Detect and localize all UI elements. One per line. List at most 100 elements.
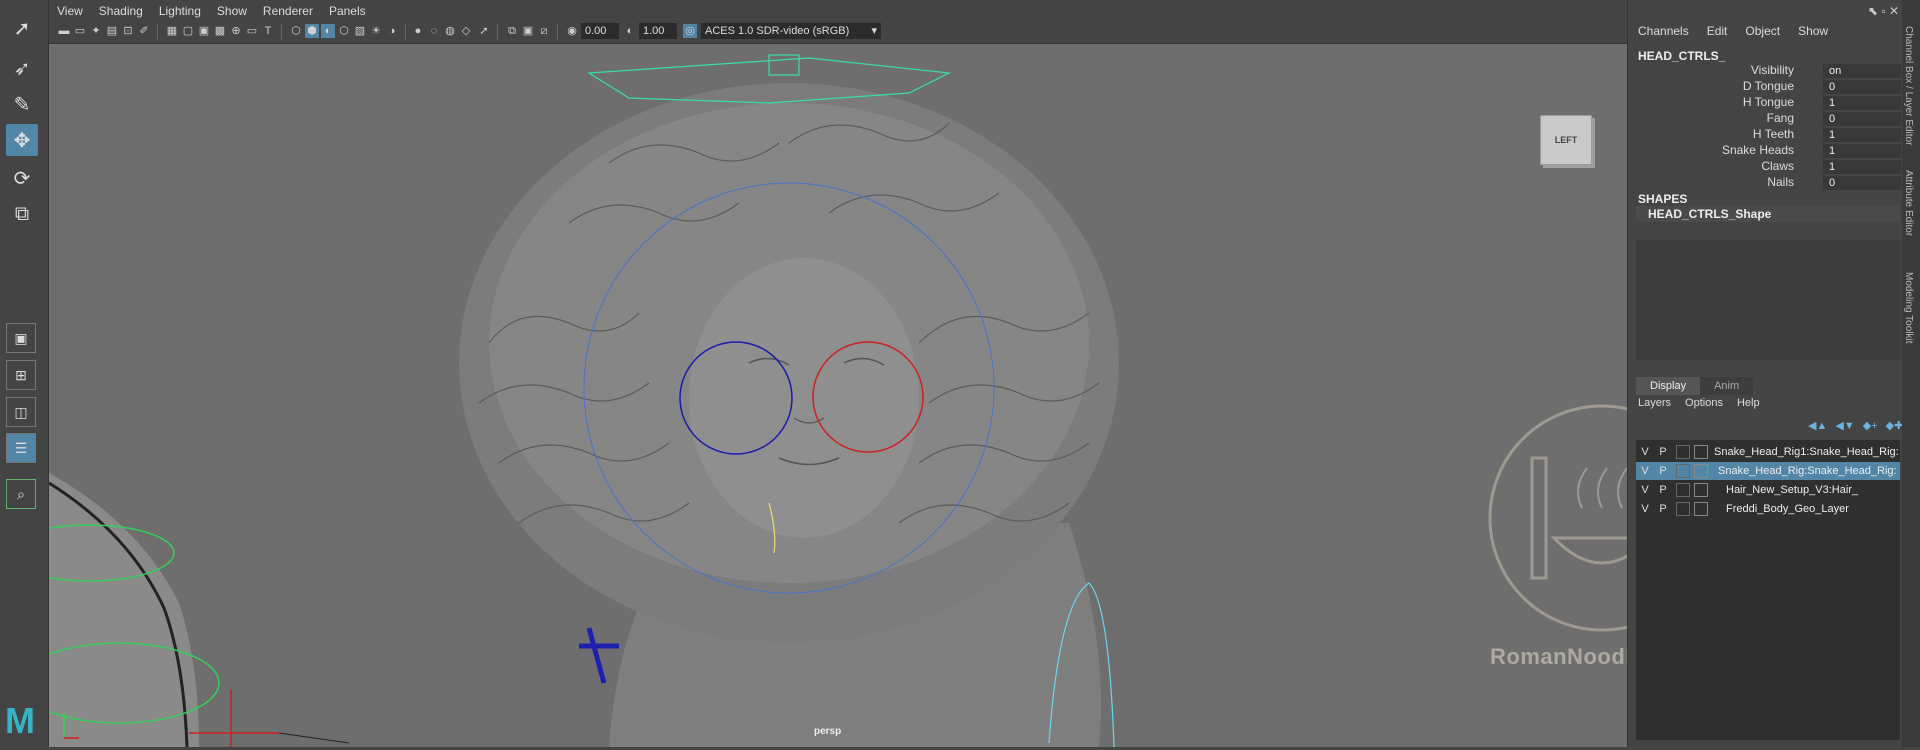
smooth-shade-icon[interactable]: ⬢ <box>305 24 319 38</box>
grease-pencil-icon[interactable]: ✐ <box>137 24 151 38</box>
outliner-layout-icon[interactable]: ☰ <box>6 433 36 463</box>
attr-h-teeth[interactable]: H Teeth 1 <box>1628 127 1901 143</box>
2d-pan-zoom-icon[interactable]: ⊡ <box>121 24 135 38</box>
xray-active-components-icon[interactable]: ⧄ <box>537 24 551 38</box>
close-panel-icon[interactable]: ✕ <box>1889 4 1899 18</box>
menu-options[interactable]: Options <box>1685 397 1723 409</box>
tab-modeling-toolkit[interactable]: Modeling Toolkit <box>1903 272 1914 344</box>
layer-name[interactable]: Snake_Head_Rig:Snake_Head_Rig: <box>1718 462 1897 480</box>
layer-row[interactable]: V P Snake_Head_Rig1:Snake_Head_Rig: <box>1636 443 1900 461</box>
tab-display[interactable]: Display <box>1636 377 1701 395</box>
menu-shading[interactable]: Shading <box>91 4 151 18</box>
select-tool-icon[interactable]: ➚ <box>6 12 38 44</box>
attr-value[interactable]: 1 <box>1823 160 1901 174</box>
layer-row[interactable]: V P Freddi_Body_Geo_Layer <box>1636 500 1900 518</box>
menu-show[interactable]: Show <box>1798 24 1828 38</box>
layer-display-type[interactable] <box>1676 464 1690 478</box>
layer-playback-toggle[interactable]: P <box>1656 481 1670 499</box>
float-panel-icon[interactable]: ⬉ <box>1868 4 1878 18</box>
move-tool-icon[interactable]: ✥ <box>6 124 38 156</box>
layer-name[interactable]: Freddi_Body_Geo_Layer <box>1726 500 1849 518</box>
motion-blur-icon[interactable]: ◌ <box>427 24 441 38</box>
exposure-icon[interactable]: ◉ <box>565 24 579 38</box>
move-layer-up-icon[interactable]: ◀▲ <box>1808 419 1827 432</box>
layer-visibility-toggle[interactable]: V <box>1638 481 1652 499</box>
attr-value[interactable]: 0 <box>1823 80 1901 94</box>
layer-visibility-toggle[interactable]: V <box>1638 500 1652 518</box>
new-layer-icon[interactable]: ◆+ <box>1863 419 1878 432</box>
layer-display-type[interactable] <box>1676 445 1690 459</box>
layer-display-type[interactable] <box>1676 502 1690 516</box>
layer-playback-toggle[interactable]: P <box>1656 500 1670 518</box>
menu-lighting[interactable]: Lighting <box>151 4 209 18</box>
menu-show[interactable]: Show <box>209 4 255 18</box>
attr-fang[interactable]: Fang 0 <box>1628 111 1901 127</box>
wireframe-on-shaded-icon[interactable]: ⬡ <box>337 24 351 38</box>
single-pane-layout-icon[interactable]: ▣ <box>6 323 36 353</box>
layer-row[interactable]: V P Hair_New_Setup_V3:Hair_ <box>1636 481 1900 499</box>
attr-visibility[interactable]: Visibility on <box>1628 63 1901 79</box>
move-layer-down-icon[interactable]: ◀▼ <box>1835 419 1854 432</box>
search-icon[interactable]: ⌕ <box>6 479 36 509</box>
menu-view[interactable]: View <box>49 4 91 18</box>
xray-joints-icon[interactable]: ▣ <box>521 24 535 38</box>
camera-icon[interactable]: ▬ <box>57 24 71 38</box>
layer-playback-toggle[interactable]: P <box>1656 462 1670 480</box>
attr-snake-heads[interactable]: Snake Heads 1 <box>1628 143 1901 159</box>
resolution-gate-icon[interactable]: ▣ <box>197 24 211 38</box>
grid-icon[interactable]: ▦ <box>165 24 179 38</box>
attr-value[interactable]: 0 <box>1823 176 1901 190</box>
attr-value[interactable]: on <box>1823 64 1901 78</box>
menu-help[interactable]: Help <box>1737 397 1760 409</box>
attr-claws[interactable]: Claws 1 <box>1628 159 1901 175</box>
layer-visibility-toggle[interactable]: V <box>1638 443 1652 461</box>
bookmark-icon[interactable]: ✦ <box>89 24 103 38</box>
field-chart-icon[interactable]: ⊕ <box>229 24 243 38</box>
layer-display-type[interactable] <box>1676 483 1690 497</box>
camera-attributes-icon[interactable]: ▭ <box>73 24 87 38</box>
gamma-icon[interactable]: ◐ <box>623 24 637 38</box>
lasso-tool-icon[interactable]: ➶ <box>6 52 38 84</box>
menu-panels[interactable]: Panels <box>321 4 374 18</box>
shadows-icon[interactable]: ◑ <box>385 24 399 38</box>
attr-h-tongue[interactable]: H Tongue 1 <box>1628 95 1901 111</box>
attr-value[interactable]: 1 <box>1823 128 1901 142</box>
menu-object[interactable]: Object <box>1745 24 1780 38</box>
menu-edit[interactable]: Edit <box>1707 24 1728 38</box>
layer-row-selected[interactable]: V P Snake_Head_Rig:Snake_Head_Rig: <box>1636 462 1900 480</box>
attr-value[interactable]: 0 <box>1823 112 1901 126</box>
safe-action-icon[interactable]: ▭ <box>245 24 259 38</box>
layer-visibility-toggle[interactable]: V <box>1638 462 1652 480</box>
two-pane-layout-icon[interactable]: ◫ <box>6 397 36 427</box>
tab-anim[interactable]: Anim <box>1700 377 1754 395</box>
default-material-icon[interactable]: ◐ <box>321 24 335 38</box>
gate-mask-icon[interactable]: ▩ <box>213 24 227 38</box>
selected-node-name[interactable]: HEAD_CTRLS_ <box>1638 49 1725 63</box>
film-gate-icon[interactable]: ▢ <box>181 24 195 38</box>
textured-icon[interactable]: ▧ <box>353 24 367 38</box>
ambient-occlusion-icon[interactable]: ● <box>411 24 425 38</box>
layer-playback-toggle[interactable]: P <box>1656 443 1670 461</box>
depth-of-field-icon[interactable]: ◇ <box>459 24 473 38</box>
attr-d-tongue[interactable]: D Tongue 0 <box>1628 79 1901 95</box>
layer-name[interactable]: Hair_New_Setup_V3:Hair_ <box>1726 481 1858 499</box>
tab-channel-box-layer-editor[interactable]: Channel Box / Layer Editor <box>1903 26 1914 146</box>
layer-color-swatch[interactable] <box>1694 483 1708 497</box>
color-management-icon[interactable]: ◎ <box>683 24 697 38</box>
view-cube[interactable]: LEFT <box>1540 115 1592 165</box>
layer-color-swatch[interactable] <box>1694 502 1708 516</box>
anti-aliasing-icon[interactable]: ◍ <box>443 24 457 38</box>
image-plane-icon[interactable]: ▤ <box>105 24 119 38</box>
3d-scene[interactable]: LEFT <box>3 43 1627 748</box>
scale-tool-icon[interactable]: ⧉ <box>6 198 38 230</box>
attr-nails[interactable]: Nails 0 <box>1628 175 1901 191</box>
tab-attribute-editor[interactable]: Attribute Editor <box>1903 170 1914 236</box>
layer-color-swatch[interactable] <box>1694 445 1708 459</box>
isolate-select-icon[interactable]: ➚ <box>477 24 491 38</box>
restore-panel-icon[interactable]: ▫ <box>1881 4 1885 18</box>
wireframe-icon[interactable]: ⬡ <box>289 24 303 38</box>
exposure-field[interactable]: 0.00 <box>581 23 619 39</box>
menu-layers[interactable]: Layers <box>1638 397 1671 409</box>
new-layer-selected-icon[interactable]: ◆✚ <box>1886 419 1904 432</box>
viewport-panel[interactable]: View Shading Lighting Show Renderer Pane… <box>3 0 1627 748</box>
